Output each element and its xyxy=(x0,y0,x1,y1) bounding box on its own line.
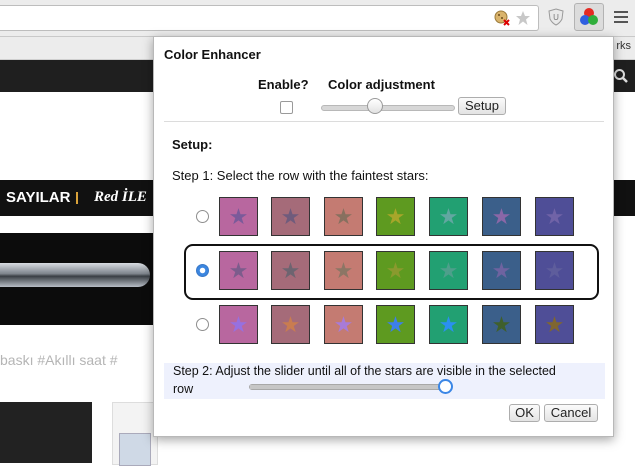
star-icon: ★ xyxy=(491,203,512,229)
step2-text: Step 2: Adjust the slider until all of t… xyxy=(173,364,556,378)
row-radio[interactable] xyxy=(196,264,209,277)
color-swatch: ★ xyxy=(324,251,363,290)
color-swatch: ★ xyxy=(324,197,363,236)
star-icon: ★ xyxy=(333,311,354,337)
bookmark-star-icon[interactable] xyxy=(515,10,531,26)
star-icon: ★ xyxy=(228,203,249,229)
star-icon: ★ xyxy=(333,257,354,283)
enable-checkbox[interactable] xyxy=(280,101,293,114)
category-item[interactable]: SAYILAR xyxy=(6,189,70,206)
ok-button[interactable]: OK xyxy=(509,404,540,422)
color-swatch: ★ xyxy=(219,305,258,344)
star-icon: ★ xyxy=(280,203,301,229)
article-thumbnail[interactable] xyxy=(0,402,92,463)
star-icon: ★ xyxy=(385,257,406,283)
color-swatch: ★ xyxy=(271,251,310,290)
star-icon: ★ xyxy=(438,257,459,283)
color-enhancer-icon[interactable] xyxy=(574,3,604,31)
search-icon[interactable] xyxy=(613,68,629,89)
star-icon: ★ xyxy=(385,203,406,229)
color-swatch: ★ xyxy=(482,197,521,236)
product-banner[interactable] xyxy=(0,233,160,325)
color-swatch: ★ xyxy=(271,197,310,236)
star-icon: ★ xyxy=(333,203,354,229)
star-icon: ★ xyxy=(228,257,249,283)
step1-text: Step 1: Select the row with the faintest… xyxy=(172,168,429,183)
color-swatch: ★ xyxy=(482,305,521,344)
color-swatch: ★ xyxy=(219,197,258,236)
color-swatch: ★ xyxy=(535,251,574,290)
setup-heading: Setup: xyxy=(172,137,213,152)
color-swatch: ★ xyxy=(271,305,310,344)
article-thumbnail[interactable] xyxy=(112,402,158,466)
cancel-button[interactable]: Cancel xyxy=(544,404,598,422)
step2-text-cont: row xyxy=(173,382,194,396)
category-separator xyxy=(76,192,78,204)
color-adjustment-slider-thumb[interactable] xyxy=(367,98,383,114)
row-radio[interactable] xyxy=(196,210,209,223)
popup-title: Color Enhancer xyxy=(164,47,261,62)
color-swatch: ★ xyxy=(535,197,574,236)
star-icon: ★ xyxy=(438,311,459,337)
color-swatch: ★ xyxy=(376,251,415,290)
color-adjustment-label: Color adjustment xyxy=(328,77,435,92)
divider xyxy=(164,121,604,122)
shield-icon[interactable]: U xyxy=(546,6,566,28)
color-swatch: ★ xyxy=(429,251,468,290)
phone-image xyxy=(0,263,150,287)
star-icon: ★ xyxy=(491,257,512,283)
color-swatch: ★ xyxy=(376,197,415,236)
star-icon: ★ xyxy=(491,311,512,337)
color-swatch: ★ xyxy=(324,305,363,344)
star-icon: ★ xyxy=(385,311,406,337)
color-swatch: ★ xyxy=(535,305,574,344)
setup-button[interactable]: Setup xyxy=(458,97,506,115)
star-icon: ★ xyxy=(280,257,301,283)
color-adjustment-slider[interactable] xyxy=(321,105,455,111)
bookmarks-label[interactable]: rks xyxy=(616,40,631,52)
star-icon: ★ xyxy=(228,311,249,337)
star-icon: ★ xyxy=(544,257,565,283)
browser-toolbar: U xyxy=(0,0,635,37)
row-radio[interactable] xyxy=(196,318,209,331)
category-item[interactable]: Red İLE xyxy=(94,189,147,206)
star-icon: ★ xyxy=(438,203,459,229)
phone-image xyxy=(119,433,151,466)
step2-slider-thumb[interactable] xyxy=(438,379,453,394)
step2-panel: Step 2: Adjust the slider until all of t… xyxy=(164,363,605,399)
star-icon: ★ xyxy=(544,311,565,337)
star-icon: ★ xyxy=(544,203,565,229)
address-bar[interactable] xyxy=(0,5,539,31)
color-swatch: ★ xyxy=(429,197,468,236)
color-enhancer-popup: Color Enhancer Enable? Color adjustment … xyxy=(153,36,614,437)
step2-slider[interactable] xyxy=(249,384,447,390)
color-swatch: ★ xyxy=(219,251,258,290)
enable-label: Enable? xyxy=(258,77,309,92)
cookie-blocked-icon[interactable] xyxy=(494,10,510,26)
menu-icon[interactable] xyxy=(612,6,630,28)
step2-slider-fill xyxy=(250,385,441,389)
svg-text:U: U xyxy=(553,13,559,22)
star-icon: ★ xyxy=(280,311,301,337)
tag-list[interactable]: baskı #Akıllı saat # xyxy=(0,352,118,368)
color-swatch: ★ xyxy=(429,305,468,344)
color-swatch: ★ xyxy=(482,251,521,290)
color-swatch: ★ xyxy=(376,305,415,344)
